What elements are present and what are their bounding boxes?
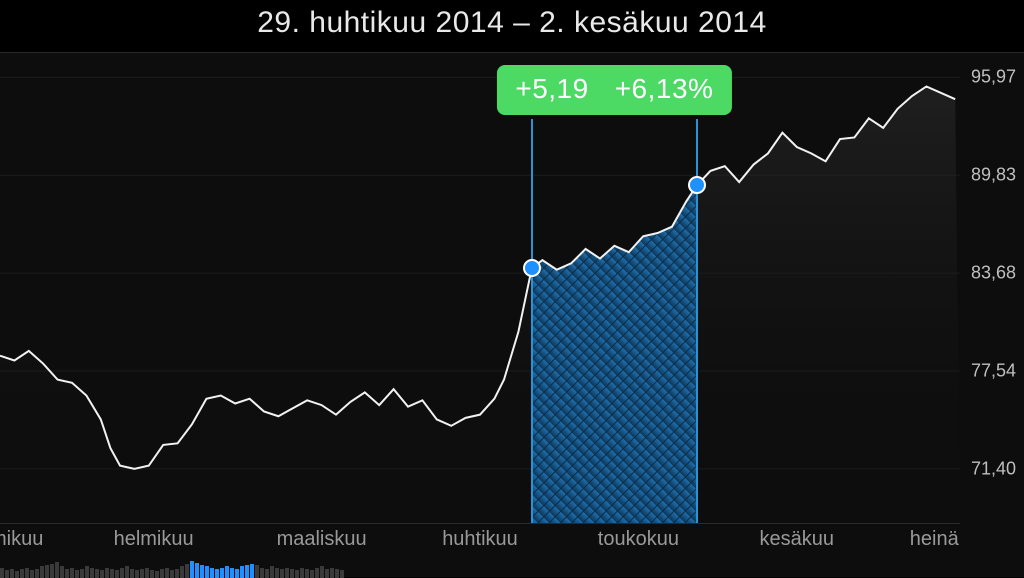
volume-bar [165,568,169,578]
selection-start-line[interactable] [531,119,533,523]
volume-bar [180,566,184,578]
volume-bar [300,568,304,578]
change-percent: +6,13% [615,73,714,105]
y-tick: 89,83 [971,165,1016,186]
volume-bar [320,566,324,578]
volume-bar [40,566,44,578]
change-badge: +5,19 +6,13% [497,65,731,115]
x-tick: helmikuu [114,528,194,551]
x-tick: toukokuu [598,528,679,551]
page-title: 29. huhtikuu 2014 – 2. kesäkuu 2014 [0,0,1024,40]
volume-bar [120,568,124,578]
volume-bar [315,568,319,578]
volume-bar [185,564,189,578]
y-tick: 71,40 [971,458,1016,479]
volume-bar [45,565,49,578]
x-tick: kesäkuu [760,528,835,551]
volume-bar [105,568,109,578]
volume-bar [225,566,229,578]
y-tick: 77,54 [971,361,1016,382]
volume-bar [220,568,224,578]
volume-bar [50,564,54,578]
volume-bar [210,568,214,578]
y-tick: 95,97 [971,67,1016,88]
price-line [0,53,960,523]
volume-bar [260,568,264,578]
volume-bar [25,568,29,578]
volume-bar [245,565,249,578]
volume-bars [0,561,960,578]
x-axis: tammikuu helmikuu maaliskuu huhtikuu toukoku… [0,523,960,555]
volume-bar [125,566,129,578]
y-axis: 71,40 77,54 83,68 89,83 95,97 [960,53,1024,523]
volume-bar [90,568,94,578]
volume-bar [270,566,274,578]
x-tick: tammikuu [0,528,43,551]
volume-bar [285,568,289,578]
volume-bar [200,565,204,578]
volume-bar [250,564,254,578]
volume-bar [240,566,244,578]
selection-start-handle[interactable] [523,259,541,277]
volume-bar [190,561,194,578]
volume-bar [205,566,209,578]
volume-bar [145,568,149,578]
volume-bar [195,563,199,578]
selection-end-handle[interactable] [688,176,706,194]
x-tick: maaliskuu [277,528,367,551]
volume-bar [70,568,74,578]
change-absolute: +5,19 [515,73,588,105]
stock-chart[interactable]: +5,19 +6,13% 71,40 77,54 83,68 89,83 95,97 t… [0,52,1024,577]
x-tick: huhtikuu [442,528,518,551]
volume-bar [330,568,334,578]
volume-bar [275,568,279,578]
volume-bar [255,565,259,578]
x-tick: heinäkuu [910,528,960,551]
volume-bar [85,566,89,578]
volume-bar [230,568,234,578]
plot-area[interactable]: +5,19 +6,13% [0,53,960,523]
volume-bar [55,562,59,578]
y-tick: 83,68 [971,263,1016,284]
volume-bar [60,566,64,578]
volume-bar [0,568,4,578]
